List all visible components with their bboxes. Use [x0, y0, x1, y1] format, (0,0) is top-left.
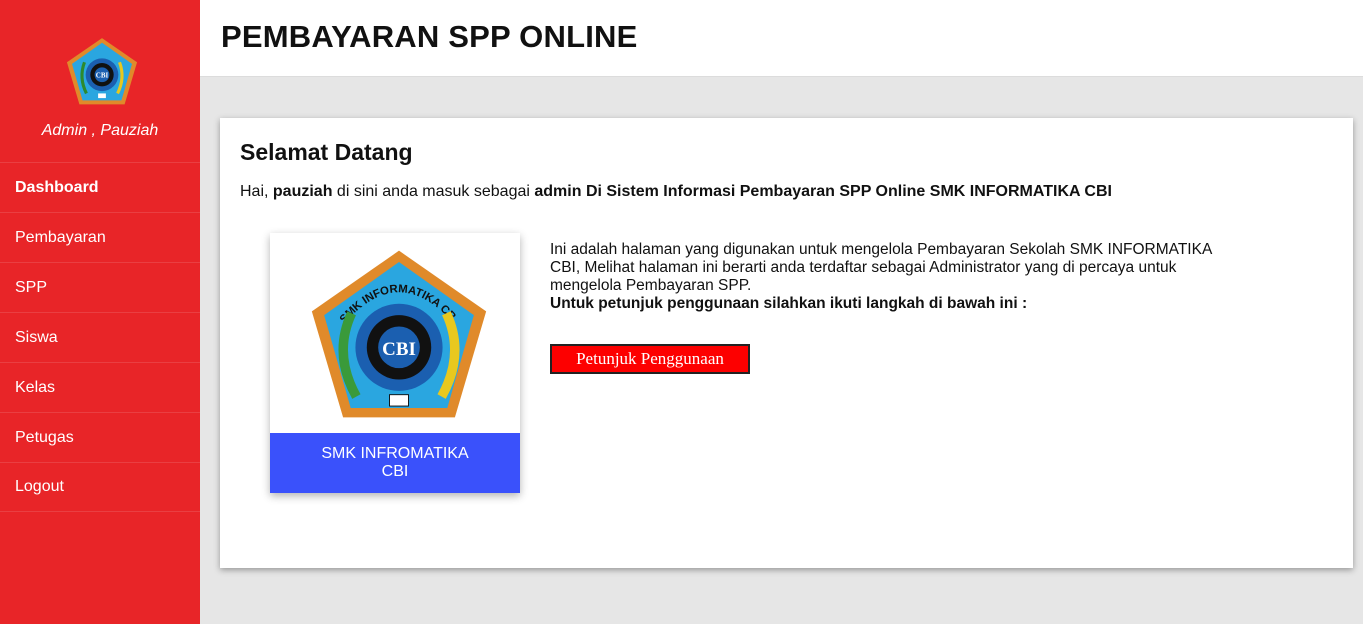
- welcome-heading: Selamat Datang: [240, 139, 413, 165]
- school-name-label: SMK INFROMATIKA CBI: [270, 433, 520, 493]
- admin-user-label: Admin , Pauziah: [41, 122, 159, 139]
- instruction-text: Untuk petunjuk penggunaan silahkan ikuti…: [550, 295, 1028, 312]
- school-card: SMK INFORMATIKA CBI CBI SMK INFROMATIKA …: [270, 233, 520, 493]
- page-title: PEMBAYARAN SPP ONLINE: [221, 19, 638, 54]
- top-header: PEMBAYARAN SPP ONLINE: [200, 0, 1363, 77]
- sidebar-item-siswa[interactable]: Siswa: [0, 312, 200, 362]
- sidebar-item-pembayaran[interactable]: Pembayaran: [0, 212, 200, 262]
- sidebar-nav: Dashboard Pembayaran SPP Siswa Kelas Pet…: [0, 162, 200, 512]
- user-guide-button[interactable]: Petunjuk Penggunaan: [550, 344, 750, 374]
- welcome-card: Selamat Datang Hai, pauziah di sini anda…: [220, 118, 1353, 568]
- description-text: Ini adalah halaman yang digunakan untuk …: [550, 241, 1212, 294]
- sidebar-item-petugas[interactable]: Petugas: [0, 412, 200, 462]
- greeting-text: Hai, pauziah di sini anda masuk sebagai …: [240, 183, 1112, 201]
- sidebar-item-dashboard[interactable]: Dashboard: [0, 162, 200, 212]
- sidebar-item-spp[interactable]: SPP: [0, 262, 200, 312]
- sidebar: CBI Admin , Pauziah Dashboard Pembayaran…: [0, 0, 200, 624]
- svg-text:CBI: CBI: [96, 71, 109, 79]
- greeting-prefix: Hai,: [240, 183, 273, 200]
- greeting-middle: di sini anda masuk sebagai: [332, 183, 535, 200]
- svg-text:CBI: CBI: [382, 339, 416, 360]
- greeting-role: admin Di Sistem Informasi Pembayaran SPP…: [534, 183, 1112, 200]
- school-emblem-icon: SMK INFORMATIKA CBI CBI: [303, 245, 487, 418]
- greeting-username: pauziah: [272, 183, 333, 200]
- school-emblem-icon: CBI: [66, 38, 138, 105]
- sidebar-item-logout[interactable]: Logout: [0, 462, 200, 512]
- sidebar-item-kelas[interactable]: Kelas: [0, 362, 200, 412]
